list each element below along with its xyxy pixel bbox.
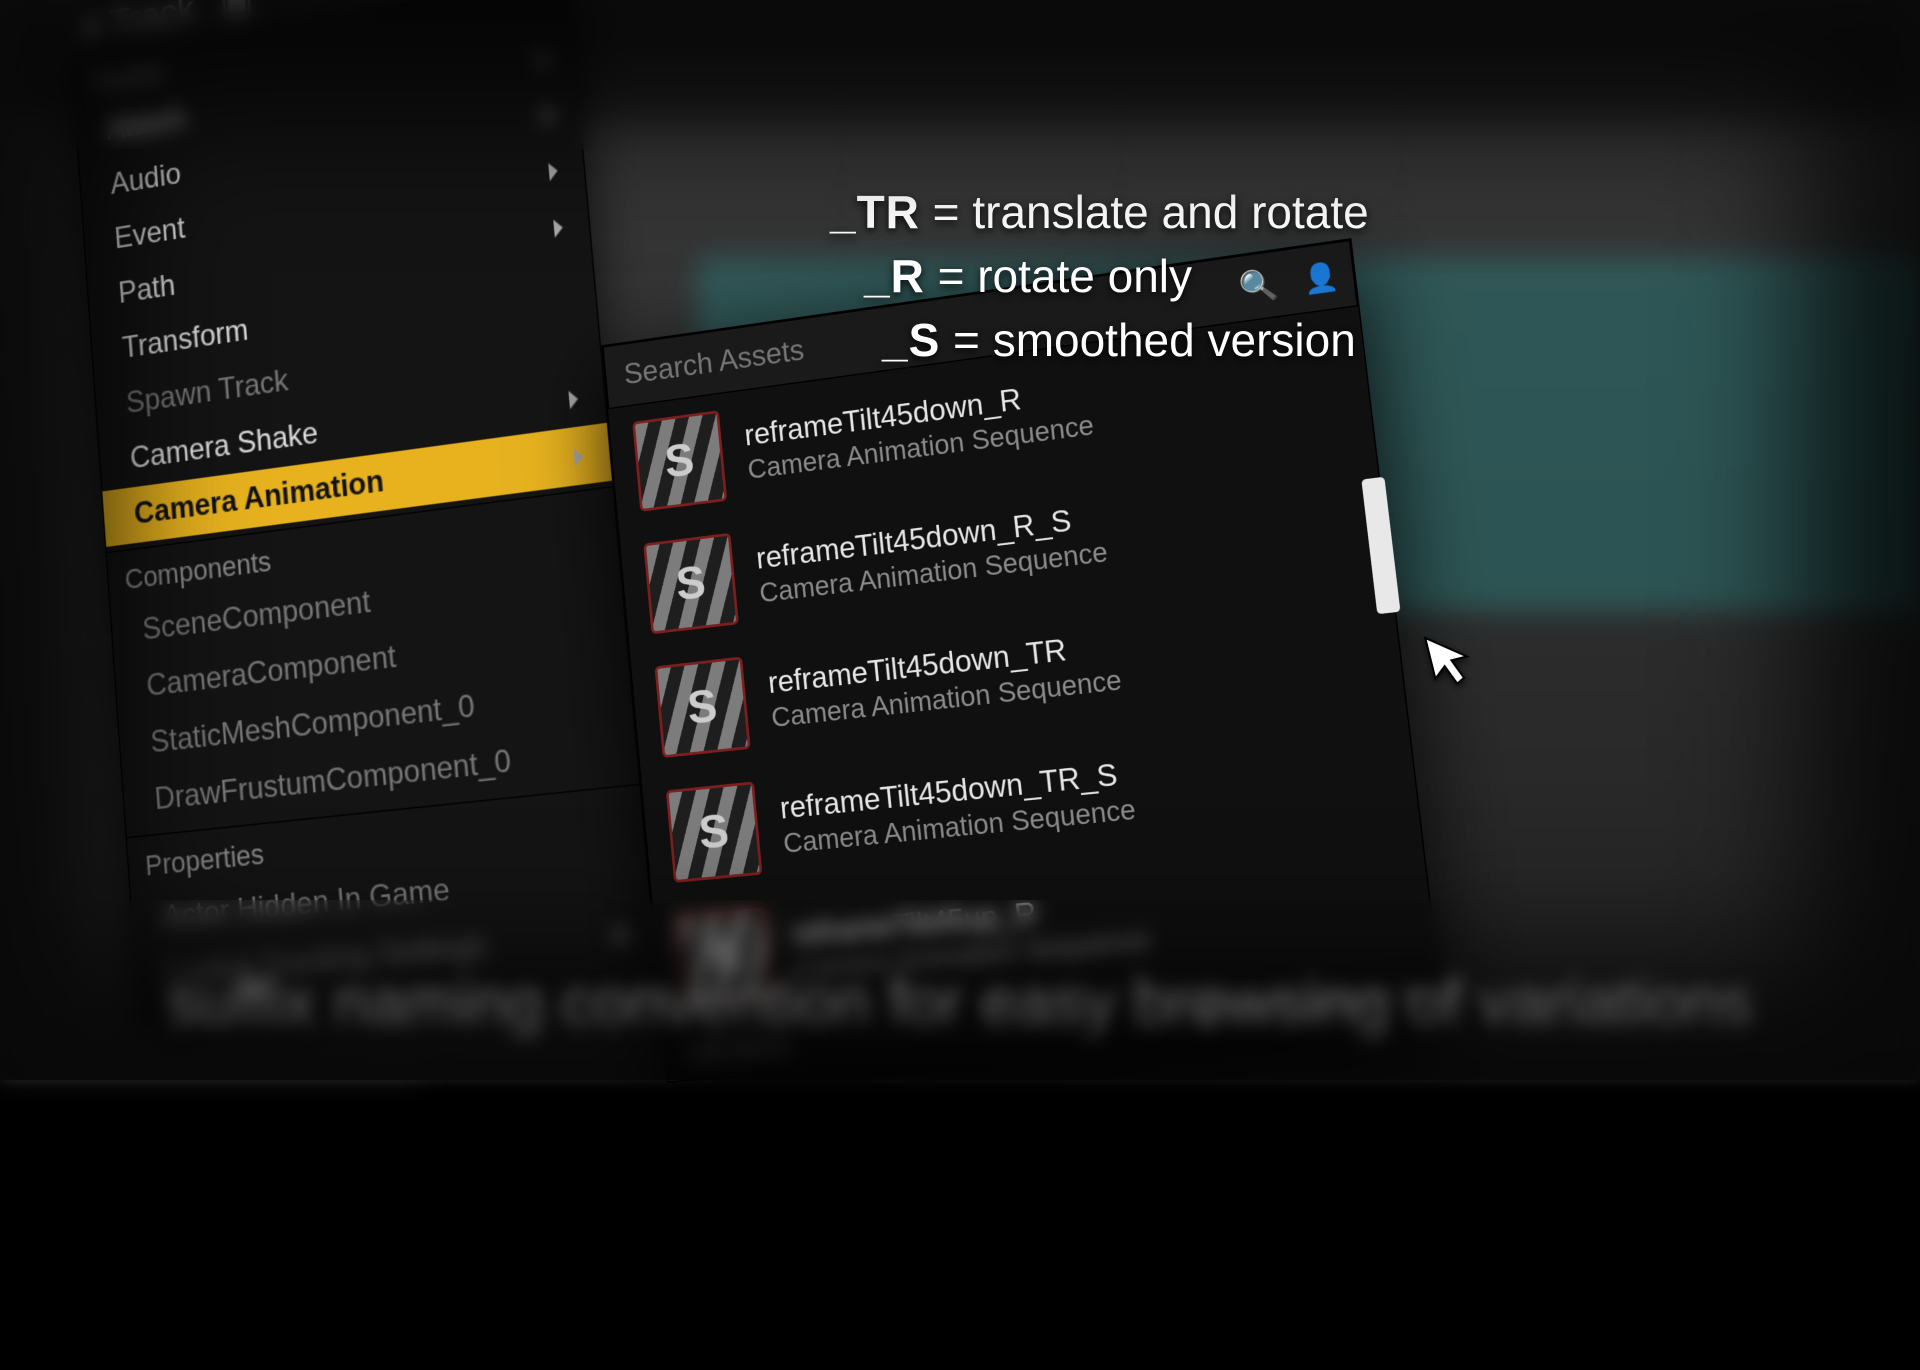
sequence-thumbnail-icon: S	[643, 533, 739, 635]
sequence-thumbnail-icon: S	[654, 657, 750, 759]
plus-icon: +	[80, 5, 103, 49]
sequence-thumbnail-icon: S	[666, 781, 763, 882]
track-button-label: Track	[108, 0, 195, 44]
suffix-legend: _TR = translate and rotate _R = rotate o…	[830, 180, 1369, 372]
caption: suffix naming convention for easy browsi…	[0, 966, 1920, 1040]
sequence-thumbnail-icon: S	[632, 410, 727, 512]
left-detail-panel: 2.8 35.0 Settings) 1153.01037 -2.290063 …	[0, 123, 35, 919]
record-icon: ▣	[218, 0, 254, 24]
add-track-context-menu: Tracks Attach Audio Event Path Transform…	[72, 0, 656, 1021]
